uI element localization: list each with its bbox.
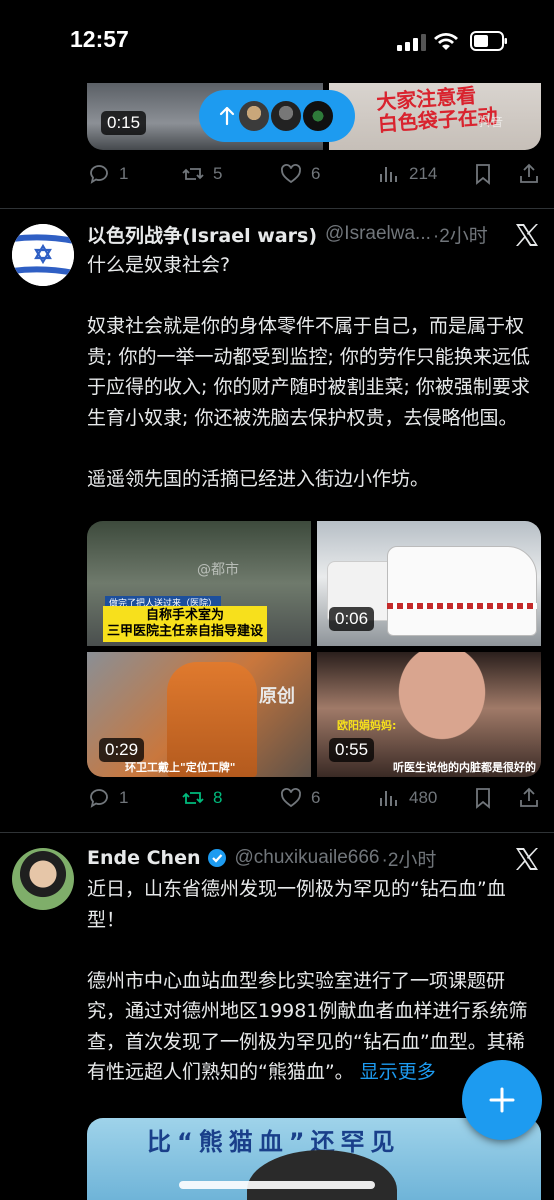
video-thumbnail[interactable]: @都市 做完了把人送过来（医院） 自称手术室为 三甲医院主任亲自指导建设	[87, 521, 311, 646]
share-icon	[520, 163, 538, 183]
reply-button[interactable]: 1	[87, 162, 128, 186]
verified-badge-icon	[207, 849, 226, 867]
share-button[interactable]	[517, 786, 541, 810]
wifi-icon	[434, 33, 458, 50]
divider	[0, 832, 554, 833]
divider	[0, 208, 554, 209]
tweet-actions: 1 5 6 214	[87, 162, 541, 192]
tweet-text-spacer	[87, 935, 542, 966]
home-indicator[interactable]	[179, 1181, 375, 1189]
tweet-text-line	[87, 281, 542, 312]
avatar[interactable]	[12, 224, 74, 286]
video-thumbnail[interactable]: 欧阳娟妈妈: 0:55 听医生说他的内脏都是很好的	[317, 652, 541, 777]
thumbnail-caption: 环卫工戴上"定位工牌"	[125, 761, 236, 774]
x-logo-icon[interactable]	[514, 222, 540, 248]
share-icon	[520, 787, 538, 807]
like-button[interactable]: 6	[279, 162, 320, 186]
avatar	[237, 99, 271, 133]
author-name[interactable]: 以色列战争(Israel wars)	[87, 221, 317, 248]
repost-count: 5	[213, 164, 223, 183]
views-icon	[380, 791, 397, 806]
thumbnail-watermark: @都市	[197, 562, 239, 578]
repost-button[interactable]: 8	[181, 786, 222, 810]
thumbnail-watermark: 原创	[259, 686, 295, 707]
reply-icon	[90, 165, 108, 184]
media-overlay-text: 比“熊猫血”还罕见	[147, 1128, 401, 1156]
thumbnail-label: 欧阳娟妈妈:	[337, 719, 397, 732]
reply-button[interactable]: 1	[87, 786, 128, 810]
tweet-text-line: 德州市中心血站血型参比实验室进行了一项课题研究，通过对德州地区19981例献血者…	[87, 966, 542, 1088]
author-handle[interactable]: @chuxikuaile666	[235, 847, 380, 869]
tweet-text-line: 什么是奴隶社会?	[87, 254, 231, 276]
views-button[interactable]: 214	[377, 162, 437, 186]
status-bar: 12:57	[0, 0, 554, 82]
tweet-text-line: 遥遥领先国的活摘已经进入街边小作坊。	[87, 467, 430, 490]
repost-icon	[182, 168, 204, 180]
compose-button[interactable]	[462, 1060, 542, 1140]
views-icon	[380, 167, 397, 182]
thumbnail-watermark: 抖音	[479, 115, 504, 129]
bookmark-icon	[476, 788, 490, 809]
thumbnail-caption: 自称手术室为 三甲医院主任亲自指导建设	[103, 606, 268, 642]
bookmark-button[interactable]	[471, 786, 495, 810]
reply-icon	[90, 789, 108, 808]
repost-count: 8	[213, 788, 223, 807]
tweet-actions: 1 8 6 480	[87, 786, 541, 816]
tweet-header: Ende Chen @chuxikuaile666 ·2小时	[87, 843, 436, 873]
video-duration: 0:15	[101, 111, 147, 135]
tweet-text: 什么是奴隶社会? 奴隶社会就是你的身体零件不属于自己，而是属于权贵; 你的一举一…	[87, 250, 542, 494]
tweet-text-line: 奴隶社会就是你的身体零件不属于自己，而是属于权贵; 你的一举一动都受到监控; 你…	[87, 315, 530, 429]
thumbnail-caption: 听医生说他的内脏都是很好的	[393, 761, 536, 774]
like-button[interactable]: 6	[279, 786, 320, 810]
view-count: 214	[409, 164, 438, 183]
bookmark-button[interactable]	[471, 162, 495, 186]
video-thumbnail[interactable]: 原创 0:29 环卫工戴上"定位工牌"	[87, 652, 311, 777]
tweet-timestamp[interactable]: ·2小时	[382, 845, 437, 872]
heart-icon	[281, 164, 301, 184]
video-duration: 0:06	[329, 607, 375, 631]
tweet-text-line: 近日，山东省德州发现一例极为罕见的“钻石血”血型！	[87, 878, 506, 931]
author-handle[interactable]: @Israelwa...	[325, 223, 431, 245]
plus-icon	[489, 1087, 515, 1113]
tweet-body: 德州市中心血站血型参比实验室进行了一项课题研究，通过对德州地区19981例献血者…	[87, 969, 528, 1084]
view-count: 480	[409, 788, 438, 807]
tweet-media-grid: @都市 做完了把人送过来（医院） 自称手术室为 三甲医院主任亲自指导建设 0:0…	[87, 521, 541, 777]
author-name[interactable]: Ende Chen	[87, 847, 201, 869]
cellular-signal-icon	[397, 34, 426, 51]
video-thumbnail[interactable]: 0:06	[317, 521, 541, 646]
tweet-text: 近日，山东省德州发现一例极为罕见的“钻石血”血型！ 德州市中心血站血型参比实验室…	[87, 874, 542, 1088]
repost-button[interactable]: 5	[181, 162, 222, 186]
like-count: 6	[311, 164, 321, 183]
like-count: 6	[311, 788, 321, 807]
tweet-timestamp[interactable]: ·2小时	[433, 221, 488, 248]
avatar	[269, 99, 303, 133]
tweet-text-line	[87, 433, 542, 464]
status-time: 12:57	[70, 26, 129, 52]
video-duration: 0:55	[329, 738, 375, 762]
new-posts-pill[interactable]	[199, 90, 355, 142]
show-more-link[interactable]: 显示更多	[360, 1061, 436, 1083]
tweet-header: 以色列战争(Israel wars) @Israelwa... ·2小时	[87, 219, 488, 249]
heart-icon	[281, 788, 301, 808]
reply-count: 1	[119, 788, 129, 807]
israel-flag-icon	[12, 224, 74, 286]
avatar[interactable]	[12, 848, 74, 910]
avatar	[301, 99, 335, 133]
media-person	[247, 1150, 397, 1200]
x-logo-icon[interactable]	[514, 846, 540, 872]
video-thumbnail[interactable]: 大家注意看 白色袋子在动 抖音	[329, 83, 541, 150]
share-button[interactable]	[517, 162, 541, 186]
battery-icon	[470, 31, 507, 51]
reply-count: 1	[119, 164, 129, 183]
arrow-up-icon	[219, 106, 235, 126]
views-button[interactable]: 480	[377, 786, 437, 810]
bookmark-icon	[476, 164, 490, 185]
repost-icon	[182, 792, 204, 804]
